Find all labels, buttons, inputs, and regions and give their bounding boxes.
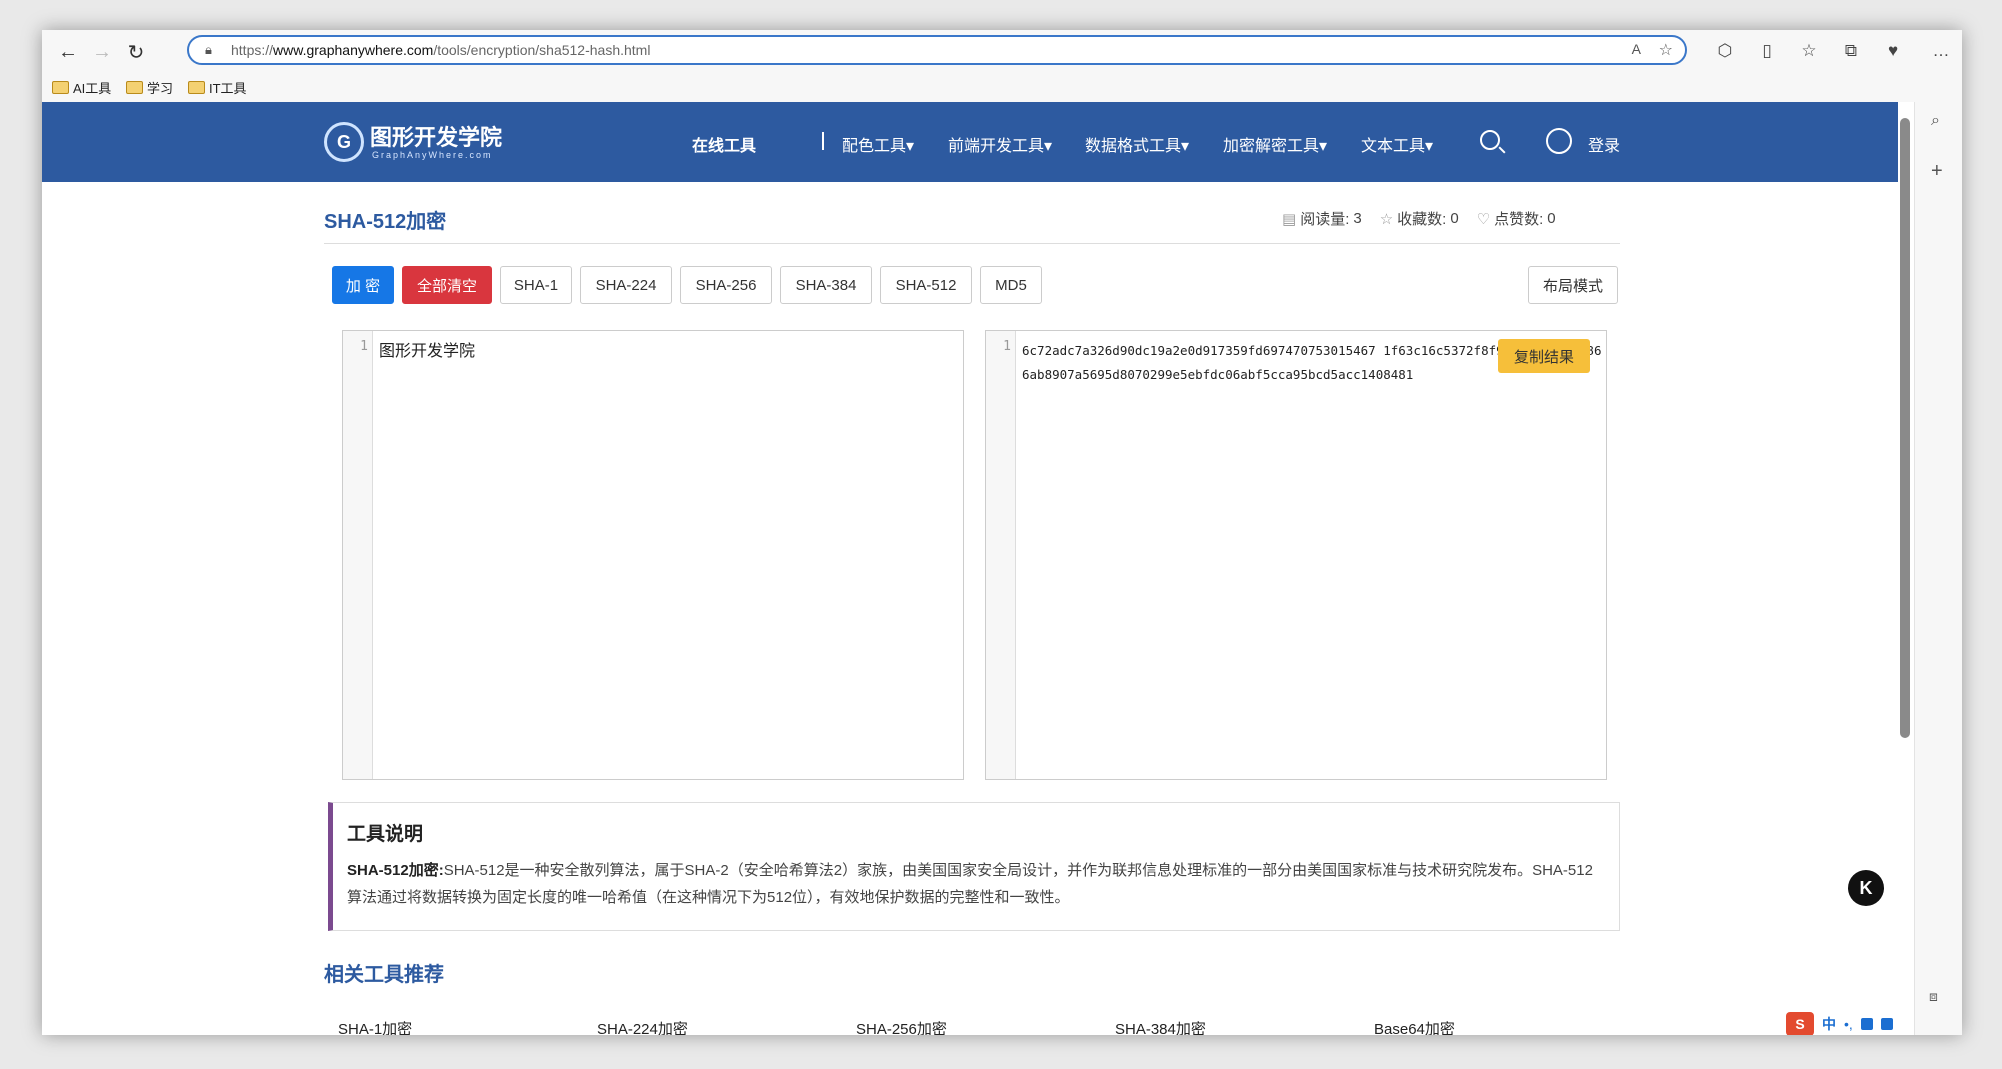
input-editor[interactable]: 1 图形开发学院 — [342, 330, 964, 780]
forward-arrow-icon[interactable]: → — [88, 38, 116, 66]
bookmark-study[interactable]: 学习 — [126, 78, 173, 97]
performance-icon[interactable]: ♥ — [1882, 40, 1904, 62]
output-gutter: 1 — [986, 331, 1016, 779]
lock-icon: 🔒︎ — [205, 42, 212, 57]
sha1-button[interactable]: SHA-1 — [500, 266, 572, 304]
nav-frontend-tools[interactable]: 前端开发工具▾ — [948, 132, 1052, 156]
heart-icon: ♡ — [1476, 210, 1491, 228]
related-sha1-link[interactable]: SHA-1加密 — [338, 1018, 412, 1035]
read-count-label: 阅读量: — [1300, 211, 1350, 228]
favorites-icon[interactable]: ☆ — [1798, 40, 1820, 62]
ime-logo-icon[interactable]: S — [1786, 1012, 1814, 1035]
extension-icon[interactable]: ⬡ — [1714, 40, 1736, 62]
read-count: ▤ 阅读量: 3 — [1282, 208, 1362, 229]
title-divider — [324, 243, 1620, 244]
back-arrow-icon[interactable]: ← — [54, 38, 82, 66]
sha384-button[interactable]: SHA-384 — [780, 266, 872, 304]
bookmark-label: AI工具 — [73, 81, 112, 96]
ime-toolbar: S 中 •, — [1786, 1012, 1893, 1035]
sidebar-add-icon[interactable]: + — [1931, 160, 1943, 183]
ime-chinese-icon[interactable]: 中 — [1822, 1014, 1836, 1034]
ime-punctuation-icon[interactable]: •, — [1844, 1016, 1853, 1032]
reload-icon[interactable]: ↻ — [122, 38, 150, 66]
like-count-label: 点赞数: — [1494, 211, 1544, 228]
ime-skin-icon[interactable] — [1860, 1018, 1873, 1030]
browser-window: ← → ↻ 🔒︎ https://www.graphanywhere.com/t… — [42, 30, 1962, 1035]
related-tools-title: 相关工具推荐 — [324, 964, 444, 986]
sha224-button[interactable]: SHA-224 — [580, 266, 672, 304]
bookmark-label: IT工具 — [209, 81, 247, 96]
sidebar-search-icon[interactable]: ⌕ — [1931, 112, 1940, 130]
edge-sidebar: ⌕ + ⧈ — [1914, 102, 1962, 1035]
sha256-button[interactable]: SHA-256 — [680, 266, 772, 304]
clear-all-button[interactable]: 全部清空 — [402, 266, 492, 304]
sidebar-screenshot-icon[interactable]: ⧈ — [1929, 988, 1938, 1005]
page-title: SHA-512加密 — [324, 211, 447, 233]
site-logo-text[interactable]: 图形开发学院 — [370, 120, 502, 152]
folder-icon — [52, 81, 69, 94]
related-sha256-link[interactable]: SHA-256加密 — [856, 1018, 947, 1035]
related-sha384-link[interactable]: SHA-384加密 — [1115, 1018, 1206, 1035]
favorite-count-label: 收藏数: — [1397, 211, 1447, 228]
page-scrollbar[interactable] — [1900, 118, 1910, 738]
nav-color-tools[interactable]: 配色工具▾ — [842, 132, 914, 156]
favorite-star-icon[interactable]: ☆ — [1659, 40, 1673, 60]
like-count-value: 0 — [1547, 210, 1556, 227]
output-editor[interactable]: 1 6c72adc7a326d90dc19a2e0d917359fd697470… — [985, 330, 1607, 780]
nav-online-tools[interactable]: 在线工具 — [692, 132, 756, 156]
screen-frame: ← → ↻ 🔒︎ https://www.graphanywhere.com/t… — [0, 0, 2002, 1069]
description-lead: SHA-512加密: — [347, 862, 444, 879]
site-header: G 图形开发学院 GraphAnyWhere.com 在线工具 配色工具▾ 前端… — [42, 102, 1898, 182]
layout-mode-button[interactable]: 布局模式 — [1528, 266, 1618, 304]
ime-toolbox-icon[interactable] — [1880, 1018, 1893, 1030]
nav-data-format-tools[interactable]: 数据格式工具▾ — [1085, 132, 1189, 156]
description-text: SHA-512是一种安全散列算法，属于SHA-2（安全哈希算法2）家族，由美国国… — [347, 862, 1593, 906]
encrypt-button[interactable]: 加 密 — [332, 266, 394, 304]
related-sha224-link[interactable]: SHA-224加密 — [597, 1018, 688, 1035]
book-icon: ▤ — [1282, 210, 1297, 228]
site-logo-icon[interactable]: G — [324, 122, 364, 162]
copy-result-button[interactable]: 复制结果 — [1498, 339, 1590, 373]
input-text[interactable]: 图形开发学院 — [379, 337, 475, 361]
user-icon[interactable] — [1546, 128, 1572, 154]
site-logo-subtitle: GraphAnyWhere.com — [372, 150, 493, 160]
favorite-count-value: 0 — [1450, 210, 1459, 227]
input-gutter: 1 — [343, 331, 373, 779]
description-title: 工具说明 — [347, 824, 424, 845]
more-icon[interactable]: … — [1930, 40, 1952, 62]
collections-icon[interactable]: ⧉ — [1840, 40, 1862, 62]
address-bar[interactable]: 🔒︎ https://www.graphanywhere.com/tools/e… — [187, 35, 1687, 65]
bookmark-it-tools[interactable]: IT工具 — [188, 78, 247, 97]
split-screen-icon[interactable]: ▯ — [1756, 40, 1778, 62]
bookmarks-bar: AI工具 学习 IT工具 — [42, 72, 1962, 102]
folder-icon — [126, 81, 143, 94]
like-count[interactable]: ♡ 点赞数: 0 — [1477, 208, 1556, 229]
related-base64-link[interactable]: Base64加密 — [1374, 1018, 1455, 1035]
star-icon: ☆ — [1379, 210, 1394, 228]
folder-icon — [188, 81, 205, 94]
page-stats: ▤ 阅读量: 3 ☆ 收藏数: 0 ♡ 点赞数: 0 — [1282, 208, 1556, 229]
description-body: SHA-512加密:SHA-512是一种安全散列算法，属于SHA-2（安全哈希算… — [347, 857, 1597, 911]
nav-text-tools[interactable]: 文本工具▾ — [1361, 132, 1433, 156]
login-link[interactable]: 登录 — [1588, 132, 1620, 156]
line-number: 1 — [360, 339, 368, 354]
bookmark-ai-tools[interactable]: AI工具 — [52, 78, 111, 97]
url-text: https://www.graphanywhere.com/tools/encr… — [231, 42, 651, 58]
line-number: 1 — [1003, 339, 1011, 354]
bookmark-label: 学习 — [147, 81, 174, 96]
md5-button[interactable]: MD5 — [980, 266, 1042, 304]
floating-k-icon[interactable]: K — [1848, 870, 1884, 906]
read-aloud-icon[interactable]: A — [1632, 41, 1641, 57]
favorite-count[interactable]: ☆ 收藏数: 0 — [1380, 208, 1459, 229]
browser-toolbar: ← → ↻ 🔒︎ https://www.graphanywhere.com/t… — [42, 30, 1962, 72]
nav-crypto-tools[interactable]: 加密解密工具▾ — [1223, 132, 1327, 156]
sha512-button[interactable]: SHA-512 — [880, 266, 972, 304]
tool-description: 工具说明 SHA-512加密:SHA-512是一种安全散列算法，属于SHA-2（… — [328, 802, 1620, 931]
search-icon[interactable] — [1480, 130, 1500, 150]
nav-separator — [822, 132, 824, 150]
read-count-value: 3 — [1353, 210, 1362, 227]
